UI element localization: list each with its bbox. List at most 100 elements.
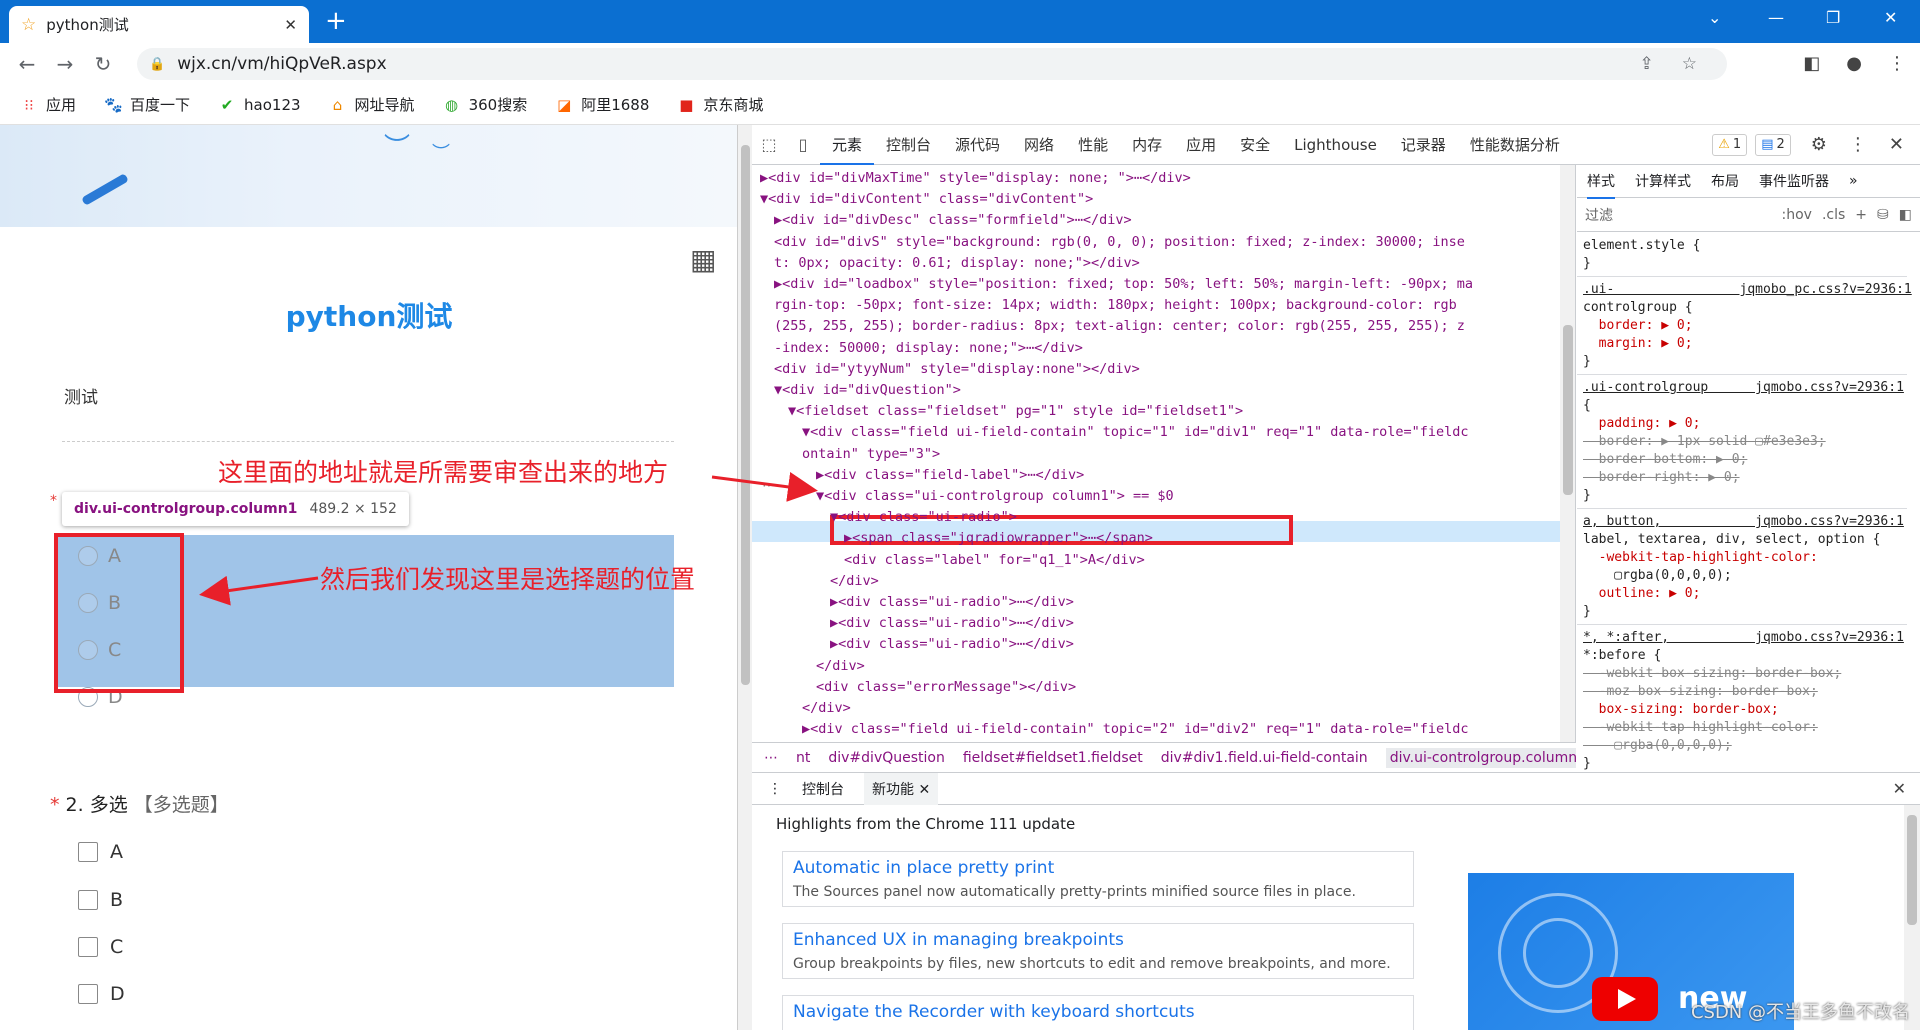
tab-performance[interactable]: 性能: [1066, 125, 1120, 165]
close-drawer-icon[interactable]: ✕: [1893, 779, 1906, 798]
breadcrumb-item[interactable]: fieldset#fieldset1.fieldset: [963, 750, 1143, 766]
close-tab-icon[interactable]: ✕: [918, 782, 930, 798]
code-line[interactable]: <div class="label" for="q1_1">A</div>: [844, 551, 1145, 569]
feature-card[interactable]: Enhanced UX in managing breakpoints Grou…: [782, 923, 1414, 979]
bookmark-1688[interactable]: ◪ 阿里1688: [555, 94, 649, 115]
q2-option[interactable]: C: [78, 936, 123, 958]
code-line[interactable]: ▶<span class="jqradiowrapper">⋯</span>: [844, 529, 1153, 547]
sidebar-toggle-icon[interactable]: ◧: [1899, 207, 1912, 223]
checkbox-icon[interactable]: [78, 984, 98, 1004]
qr-code-icon[interactable]: ▦: [690, 245, 720, 275]
code-line[interactable]: t: 0px; opacity: 0.61; display: none;"><…: [774, 254, 1140, 272]
breadcrumb-item[interactable]: div#divQuestion: [828, 750, 944, 766]
code-line[interactable]: ▶<div class="ui-radio">⋯</div>: [830, 593, 1074, 611]
q2-option[interactable]: A: [78, 841, 123, 863]
share-icon[interactable]: ⇪: [1640, 54, 1654, 74]
code-line[interactable]: ▼<div class="ui-controlgroup column1"> =…: [816, 487, 1174, 505]
bookmark-hao123[interactable]: ✔ hao123: [218, 96, 301, 114]
tab-performance-insights[interactable]: 性能数据分析: [1458, 125, 1572, 165]
bookmark-baidu[interactable]: 🐾 百度一下: [104, 94, 190, 115]
code-line[interactable]: ▼<div id="divQuestion">: [774, 381, 961, 399]
code-line[interactable]: rgin-top: -50px; font-size: 14px; width:…: [774, 296, 1457, 314]
tab-computed[interactable]: 计算样式: [1635, 171, 1691, 191]
code-line[interactable]: ▶<div class="ui-radio">⋯</div>: [830, 614, 1074, 632]
breadcrumb-item[interactable]: div#div1.field.ui-field-contain: [1161, 750, 1368, 766]
more-tabs-icon[interactable]: »: [1849, 173, 1858, 189]
close-tab-icon[interactable]: ✕: [284, 16, 297, 34]
close-devtools-icon[interactable]: ✕: [1889, 134, 1904, 155]
bookmark-apps[interactable]: ⁝⁝ 应用: [20, 94, 76, 115]
feature-card[interactable]: Navigate the Recorder with keyboard shor…: [782, 995, 1414, 1030]
lock-icon[interactable]: 🔒: [149, 57, 165, 72]
checkbox-icon[interactable]: [78, 937, 98, 957]
more-options-icon[interactable]: ⋮: [1849, 134, 1867, 155]
style-rule-line[interactable]: .ui- jqmobo_pc.css?v=2936:1: [1583, 281, 1912, 299]
tab-layout[interactable]: 布局: [1711, 171, 1739, 191]
feature-title[interactable]: Enhanced UX in managing breakpoints: [793, 930, 1403, 950]
feature-title[interactable]: Automatic in place pretty print: [793, 858, 1403, 878]
page-scrollbar[interactable]: [738, 125, 752, 1030]
back-icon[interactable]: ←: [8, 52, 46, 76]
device-toggle-icon[interactable]: ▯: [786, 135, 820, 154]
tab-styles[interactable]: 样式: [1587, 171, 1615, 199]
drawer-scrollbar[interactable]: [1904, 805, 1920, 1030]
browser-tab[interactable]: ☆ python测试 ✕: [9, 6, 309, 43]
feature-card[interactable]: Automatic in place pretty print The Sour…: [782, 851, 1414, 907]
omnibox[interactable]: 🔒 wjx.cn/vm/hiQpVeR.aspx ⇪ ☆: [137, 48, 1727, 80]
bookmark-jd[interactable]: ■ 京东商城: [677, 94, 763, 115]
code-line[interactable]: ▼<div id="divContent" class="divContent"…: [760, 190, 1093, 208]
code-line[interactable]: ▶<div id="divMaxTime" style="display: no…: [760, 169, 1191, 187]
node-menu-dots-icon[interactable]: ⋯: [762, 478, 776, 494]
tab-application[interactable]: 应用: [1174, 125, 1228, 165]
tab-lighthouse[interactable]: Lighthouse: [1282, 125, 1389, 165]
checkbox-icon[interactable]: [78, 890, 98, 910]
tab-console[interactable]: 控制台: [874, 125, 943, 165]
code-line[interactable]: -index: 50000; display: none;">⋯</div>: [774, 339, 1083, 357]
new-rule-icon[interactable]: +: [1855, 207, 1867, 223]
code-line[interactable]: ▼<div class="ui-radio">: [830, 508, 1017, 526]
scroll-thumb[interactable]: [1563, 325, 1573, 495]
new-tab-button[interactable]: +: [325, 8, 347, 34]
tab-event-listeners[interactable]: 事件监听器: [1759, 171, 1829, 191]
code-line[interactable]: (255, 255, 255); border-radius: 8px; tex…: [774, 317, 1465, 335]
bookmark-360[interactable]: ◍ 360搜索: [443, 94, 527, 115]
style-rule-line[interactable]: .ui-controlgroup jqmobo.css?v=2936:1: [1583, 379, 1904, 397]
tab-sources[interactable]: 源代码: [943, 125, 1012, 165]
sidepanel-icon[interactable]: ◧: [1803, 53, 1820, 74]
code-line[interactable]: </div>: [830, 572, 879, 590]
forward-icon[interactable]: →: [46, 52, 84, 76]
code-line[interactable]: ▼<div class="field ui-field-contain" top…: [802, 423, 1468, 441]
breadcrumb-item[interactable]: nt: [796, 750, 810, 766]
code-line[interactable]: ontain" type="3">: [802, 445, 940, 463]
minimize-icon[interactable]: —: [1768, 8, 1784, 27]
code-line[interactable]: <div id="divS" style="background: rgb(0,…: [774, 233, 1465, 251]
scroll-thumb[interactable]: [1907, 815, 1917, 925]
feature-title[interactable]: Navigate the Recorder with keyboard shor…: [793, 1002, 1403, 1022]
tab-recorder[interactable]: 记录器: [1389, 125, 1458, 165]
style-rule-line[interactable]: a, button, jqmobo.css?v=2936:1: [1583, 513, 1904, 531]
code-line[interactable]: ▶<div id="divDesc" class="formfield">⋯</…: [774, 211, 1132, 229]
styles-filter-input[interactable]: 过滤: [1585, 205, 1772, 225]
menu-dots-icon[interactable]: ⋮: [1888, 53, 1906, 74]
drawer-menu-icon[interactable]: ⋮: [768, 781, 782, 797]
breadcrumb-item[interactable]: ⋯: [764, 750, 778, 766]
elements-scrollbar[interactable]: [1560, 165, 1575, 742]
code-line[interactable]: <div class="errorMessage"></div>: [816, 678, 1076, 696]
maximize-icon[interactable]: ❐: [1826, 8, 1840, 27]
profile-avatar-icon[interactable]: ●: [1846, 53, 1862, 74]
code-line[interactable]: ▶<div class="field ui-field-contain" top…: [802, 720, 1468, 738]
paint-icon[interactable]: ⛁: [1877, 207, 1889, 223]
q2-option[interactable]: B: [78, 889, 123, 911]
code-line[interactable]: ▶<div class="ui-radio">⋯</div>: [830, 635, 1074, 653]
warning-badge[interactable]: ⚠ 1: [1712, 133, 1748, 156]
breadcrumb-item-selected[interactable]: div.ui-controlgroup.column1: [1385, 747, 1576, 768]
settings-gear-icon[interactable]: ⚙: [1811, 134, 1827, 155]
q2-option[interactable]: D: [78, 983, 125, 1005]
tab-elements[interactable]: 元素: [820, 125, 875, 165]
close-window-icon[interactable]: ✕: [1884, 8, 1897, 27]
code-line[interactable]: <div id="ytyyNum" style="display:none"><…: [774, 360, 1140, 378]
drawer-tab-console[interactable]: 控制台: [802, 779, 844, 799]
bookmark-nav[interactable]: ⌂ 网址导航: [329, 94, 415, 115]
youtube-play-icon[interactable]: [1592, 977, 1658, 1021]
code-line[interactable]: ▶<div class="field-label">⋯</div>: [816, 466, 1084, 484]
